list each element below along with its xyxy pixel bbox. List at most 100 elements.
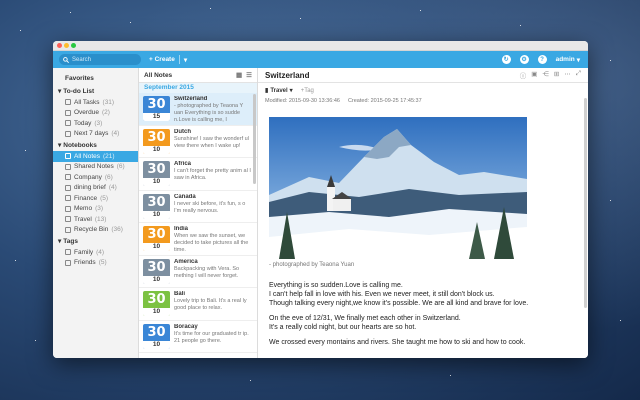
expand-icon[interactable]: ⤢ (576, 70, 581, 80)
date-day: 30 (147, 259, 166, 275)
notebook-icon (65, 216, 71, 223)
more-icon[interactable]: ⋯ (564, 70, 571, 80)
note-item-title: Canada (174, 193, 196, 200)
add-tag-button[interactable]: +Tag (301, 88, 314, 94)
note-list-item[interactable]: 30 15 Switzerland - photographed by Teaona … (139, 93, 257, 126)
info-icon[interactable]: ⓘ (520, 70, 527, 80)
notes-list-header: All Notes ▦ ☰ (139, 68, 257, 83)
notes-icon (65, 153, 71, 160)
notes-scrollbar[interactable] (253, 94, 256, 184)
note-paragraph: On the eve of 12/31, We finally met each… (269, 314, 580, 332)
search-input[interactable]: Search (59, 54, 141, 65)
share-icon[interactable]: ⋲ (542, 70, 549, 80)
modified-label: Modified: (265, 98, 288, 104)
note-items: 30 15 Switzerland - photographed by Teaona … (139, 93, 257, 353)
note-list-item[interactable]: 30 10 India When we saw the sunset, we deci… (139, 223, 257, 256)
sidebar-item-today[interactable]: Today (3) (53, 118, 138, 129)
notebooks-section-header[interactable]: ▾ Notebooks (53, 139, 138, 151)
minimize-window-button[interactable] (64, 43, 69, 48)
refresh-icon[interactable]: ↻ (501, 55, 511, 64)
sidebar-item-memo[interactable]: Memo (3) (53, 204, 138, 215)
note-item-preview: It's time for our graduated tr ip. 21 pe… (174, 330, 249, 344)
item-count: (5) (98, 259, 107, 267)
tag-icon (65, 249, 71, 256)
triangle-down-icon: ▾ (58, 238, 62, 245)
note-list-item[interactable]: 30 10 Boracay It's time for our graduated t… (139, 321, 257, 353)
note-line: We crossed every montains and rivers. Sh… (269, 339, 526, 346)
item-count: (4) (111, 130, 120, 138)
item-label: All Notes (74, 152, 101, 160)
item-count: (31) (102, 98, 115, 106)
date-day: 30 (147, 194, 166, 210)
user-label: admin (555, 56, 575, 63)
date-month: 10 (143, 308, 170, 316)
item-label: Company (74, 173, 102, 181)
note-body[interactable]: Everything is so sudden.Love is calling … (269, 281, 580, 353)
sidebar-item-recycle-bin[interactable]: Recycle Bin (36) (53, 225, 138, 236)
notebook-selector[interactable]: ▮ Travel ▾ (265, 87, 293, 95)
note-list-item[interactable]: 30 10 Africa I can't forget the pretty anim… (139, 158, 257, 191)
editor-scrollbar[interactable] (584, 98, 587, 308)
note-list-item[interactable]: 30 10 Canada I never ski before, it's fun, … (139, 191, 257, 223)
notebook-icon: ▮ (265, 88, 269, 94)
note-item-title: Dutch (174, 128, 191, 135)
sidebar-item-next-7-days[interactable]: Next 7 days (4) (53, 129, 138, 140)
item-count: (13) (94, 215, 107, 223)
create-label: + Create (149, 56, 175, 63)
sidebar-item-overdue[interactable]: Overdue (2) (53, 108, 138, 119)
date-month: 10 (143, 340, 170, 349)
create-dropdown-icon[interactable]: ▾ (184, 56, 187, 64)
sidebar-item-all-tasks[interactable]: All Tasks (31) (53, 97, 138, 108)
lock-icon[interactable]: ▣ (531, 70, 537, 80)
note-title[interactable]: Switzerland (265, 71, 309, 80)
note-item-preview: Backpacking with Vera. So mething I will… (174, 265, 240, 279)
note-list-item[interactable]: 30 10 America Backpacking with Vera. So met… (139, 256, 257, 288)
user-menu[interactable]: admin ▾ (556, 56, 580, 64)
date-month: 15 (143, 113, 170, 121)
help-icon[interactable]: ? (537, 55, 547, 64)
note-meta: ▮ Travel ▾ +Tag Modified: 2015-09-30 13:… (258, 83, 588, 105)
star (610, 60, 611, 61)
settings-icon[interactable]: ⚙ (519, 55, 529, 64)
list-view-icon[interactable]: ☰ (246, 71, 252, 79)
sidebar-item-all-notes[interactable]: All Notes (21) (53, 151, 138, 162)
note-item-preview: - photographed by Teaona Y uan Everythin… (174, 103, 244, 122)
toolbar: Search + Create ▾ ↻ ⚙ ? admin ▾ (53, 51, 588, 68)
task-list-icon (65, 99, 71, 106)
share-icon (65, 163, 71, 170)
note-list-item[interactable]: 30 10 Dutch Sunshine! I saw the wonderf ul … (139, 126, 257, 158)
date-month: 10 (143, 243, 170, 251)
create-button[interactable]: + Create ▾ (149, 54, 187, 65)
notebook-icon (65, 184, 71, 191)
note-line: I can't help fall in love with his. Even… (269, 291, 495, 298)
note-editor: Switzerland ⓘ ▣ ⋲ ⊞ ⋯ ⤢ ▮ Travel ▾ +Tag … (258, 68, 588, 358)
photo-caption: - photographed by Teaona Yuan (269, 262, 355, 268)
star (420, 10, 421, 11)
item-count: (3) (94, 119, 103, 127)
star (20, 30, 21, 31)
sidebar-item-company[interactable]: Company (6) (53, 172, 138, 183)
todo-section-header[interactable]: ▾ To-do List (53, 85, 138, 97)
tags-section-header[interactable]: ▾ Tags (53, 235, 138, 247)
item-count: (6) (116, 163, 125, 171)
sidebar-item-friends[interactable]: Friends (5) (53, 258, 138, 269)
triangle-down-icon: ▾ (58, 142, 62, 149)
attachment-icon[interactable]: ⊞ (554, 70, 559, 80)
sidebar-item-travel[interactable]: Travel (13) (53, 214, 138, 225)
date-day: 30 (147, 292, 166, 307)
title-bar (53, 41, 588, 51)
date-badge: 30 10 (143, 161, 170, 186)
grid-view-icon[interactable]: ▦ (236, 71, 242, 79)
item-label: Shared Notes (74, 163, 114, 171)
sidebar-item-family[interactable]: Family (4) (53, 247, 138, 258)
note-list-item[interactable]: 30 10 Bali Lovely trip to Bali. It's a real… (139, 288, 257, 321)
sidebar-item-shared-notes[interactable]: Shared Notes (6) (53, 162, 138, 173)
close-window-button[interactable] (57, 43, 62, 48)
item-label: Family (74, 248, 94, 256)
note-line: Though talking every night,we know it's … (269, 300, 529, 307)
zoom-window-button[interactable] (71, 43, 76, 48)
item-label: Today (74, 119, 92, 127)
sidebar-item-dining-brief[interactable]: dining brief (4) (53, 183, 138, 194)
favorites-heading[interactable]: Favorites (53, 73, 138, 85)
sidebar-item-finance[interactable]: Finance (5) (53, 193, 138, 204)
